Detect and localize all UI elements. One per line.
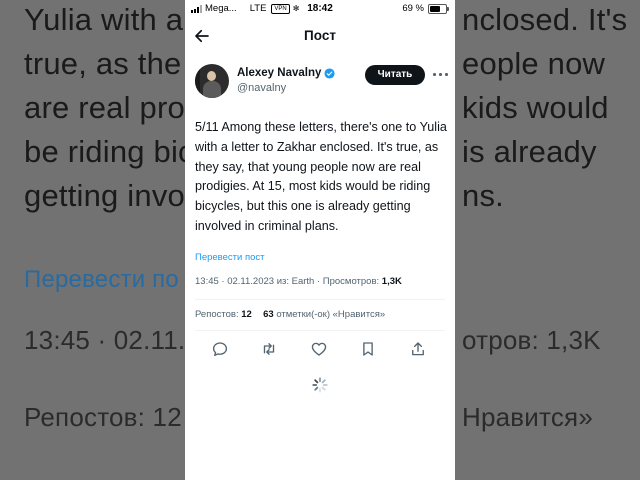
loading-spinner-icon bbox=[312, 377, 328, 393]
tweet-text: 5/11 Among these letters, there's one to… bbox=[195, 120, 447, 233]
action-bar bbox=[185, 338, 455, 360]
divider bbox=[195, 330, 445, 331]
more-options-button[interactable] bbox=[431, 66, 449, 82]
follow-button[interactable]: Читать bbox=[365, 65, 425, 85]
share-icon bbox=[412, 342, 424, 356]
top-bar: Пост bbox=[185, 22, 455, 50]
divider bbox=[195, 299, 445, 300]
bg-text-line: eople now bbox=[462, 46, 606, 81]
likes-label[interactable]: отметки(-ок) «Нравится» bbox=[276, 309, 385, 320]
tweet-timestamp: 13:45 · 02.11.2023 из: Earth · Просмотро… bbox=[195, 276, 382, 287]
repost-button[interactable] bbox=[258, 338, 280, 360]
bookmark-icon bbox=[363, 342, 373, 356]
translate-link[interactable]: Перевести пост bbox=[195, 252, 264, 263]
bg-text-line: kids would bbox=[462, 90, 609, 125]
battery-icon bbox=[428, 3, 449, 14]
more-dot bbox=[433, 73, 436, 76]
tweet-meta: 13:45 · 02.11.2023 из: Earth · Просмотро… bbox=[195, 276, 402, 287]
phone-screen: Mega... LTE VPN ✻ 18:42 69 % Пост Alexey… bbox=[185, 0, 455, 480]
bg-text-line: Перевести по bbox=[24, 266, 179, 293]
author-handle[interactable]: @navalny bbox=[237, 82, 286, 94]
bg-text-line: nclosed. It's bbox=[462, 2, 628, 37]
reply-icon bbox=[212, 342, 228, 357]
reposts-count[interactable]: 12 bbox=[241, 309, 252, 320]
bg-text-line: ns. bbox=[462, 178, 504, 213]
author-name[interactable]: Alexey Navalny bbox=[237, 67, 321, 79]
status-bar: Mega... LTE VPN ✻ 18:42 69 % bbox=[185, 0, 455, 18]
page-title: Пост bbox=[304, 28, 336, 43]
more-dot bbox=[439, 73, 442, 76]
more-dot bbox=[445, 73, 448, 76]
repost-icon bbox=[263, 343, 275, 355]
bg-text-line: Репостов: 12 bbox=[24, 402, 182, 432]
bg-text-line: are real prod bbox=[24, 90, 203, 125]
bg-text-line: отров: 1,3K bbox=[462, 325, 601, 355]
heart-icon bbox=[311, 342, 327, 356]
bg-text-line: 13:45 · 02.11.2 bbox=[24, 325, 200, 355]
status-right: 69 % bbox=[402, 3, 449, 14]
bg-text-line: Yulia with a bbox=[24, 2, 184, 37]
battery-percent: 69 % bbox=[402, 3, 424, 14]
tweet-stats: Репостов: 12 63 отметки(-ок) «Нравится» bbox=[195, 309, 385, 320]
author-row: Alexey Navalny @navalny Читать bbox=[195, 64, 448, 100]
bg-text-line: getting invol bbox=[24, 178, 193, 213]
views-count: 1,3K bbox=[381, 276, 402, 287]
share-button[interactable] bbox=[407, 338, 429, 360]
author-name-row: Alexey Navalny bbox=[237, 67, 335, 79]
verified-badge-icon bbox=[324, 67, 335, 79]
bookmark-button[interactable] bbox=[357, 338, 379, 360]
bg-text-line: Нравится» bbox=[462, 402, 593, 432]
bg-text-line: be riding bic bbox=[24, 134, 194, 169]
like-button[interactable] bbox=[308, 338, 330, 360]
reposts-label[interactable]: Репостов: bbox=[195, 309, 239, 320]
bg-text-line: is already bbox=[462, 134, 597, 169]
bg-text-line: true, as the bbox=[24, 46, 182, 81]
avatar[interactable] bbox=[195, 64, 229, 98]
reply-button[interactable] bbox=[209, 338, 231, 360]
likes-count[interactable]: 63 bbox=[263, 309, 274, 320]
